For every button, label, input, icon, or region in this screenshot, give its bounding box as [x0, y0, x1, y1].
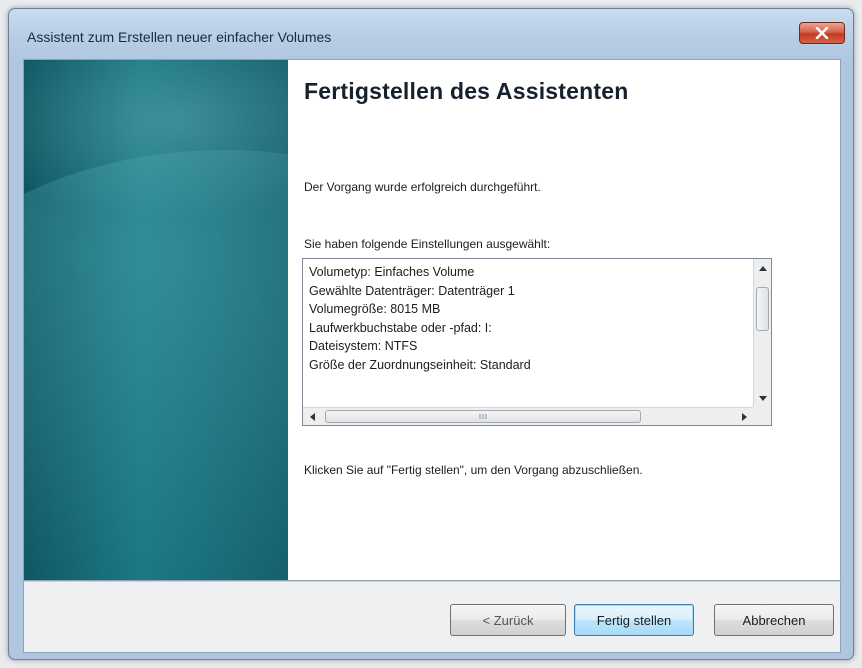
window-title: Assistent zum Erstellen neuer einfacher …	[27, 29, 332, 45]
settings-item: Laufwerkbuchstabe oder -pfad: I:	[309, 320, 492, 335]
finish-button[interactable]: Fertig stellen	[574, 604, 694, 636]
arrow-up-icon	[758, 265, 767, 271]
settings-item: Volumetyp: Einfaches Volume	[309, 265, 475, 279]
vertical-scrollbar[interactable]	[753, 259, 771, 407]
title-bar[interactable]: Assistent zum Erstellen neuer einfacher …	[9, 9, 853, 59]
arrow-right-icon	[741, 412, 747, 421]
status-text: Der Vorgang wurde erfolgreich durchgefüh…	[304, 180, 541, 194]
horizontal-scrollbar[interactable]	[303, 407, 753, 425]
close-icon	[815, 27, 829, 39]
scroll-down-button[interactable]	[754, 389, 771, 407]
horizontal-scroll-thumb[interactable]	[325, 410, 641, 423]
scroll-right-button[interactable]	[735, 408, 753, 425]
scroll-corner	[753, 407, 771, 425]
wizard-window: Assistent zum Erstellen neuer einfacher …	[8, 8, 854, 660]
close-button[interactable]	[799, 22, 845, 44]
vertical-scroll-thumb[interactable]	[756, 287, 769, 331]
cancel-button[interactable]: Abbrechen	[714, 604, 834, 636]
wizard-banner-image	[24, 60, 288, 580]
arrow-left-icon	[309, 412, 315, 421]
settings-summary-box[interactable]: Volumetyp: Einfaches Volume Gewählte Dat…	[302, 258, 772, 426]
page-title: Fertigstellen des Assistenten	[304, 78, 629, 104]
wizard-content: Fertigstellen des Assistenten Der Vorgan…	[23, 59, 841, 581]
settings-label: Sie haben folgende Einstellungen ausgewä…	[304, 237, 551, 251]
wizard-main-panel: Fertigstellen des Assistenten Der Vorgan…	[288, 60, 840, 580]
settings-item: Gewählte Datenträger: Datenträger 1	[309, 283, 515, 298]
scroll-up-button[interactable]	[754, 259, 771, 277]
settings-list: Volumetyp: Einfaches Volume Gewählte Dat…	[309, 263, 749, 403]
settings-item: Dateisystem: NTFS	[309, 339, 418, 353]
button-bar: < Zurück Fertig stellen Abbrechen	[23, 581, 841, 653]
back-button[interactable]: < Zurück	[450, 604, 566, 636]
grip-icon	[479, 414, 487, 419]
scroll-left-button[interactable]	[303, 408, 321, 425]
arrow-down-icon	[758, 395, 767, 401]
finish-hint-text: Klicken Sie auf "Fertig stellen", um den…	[304, 463, 643, 477]
settings-item: Volumegröße: 8015 MB	[309, 302, 441, 316]
settings-item: Größe der Zuordnungseinheit: Standard	[309, 357, 531, 372]
